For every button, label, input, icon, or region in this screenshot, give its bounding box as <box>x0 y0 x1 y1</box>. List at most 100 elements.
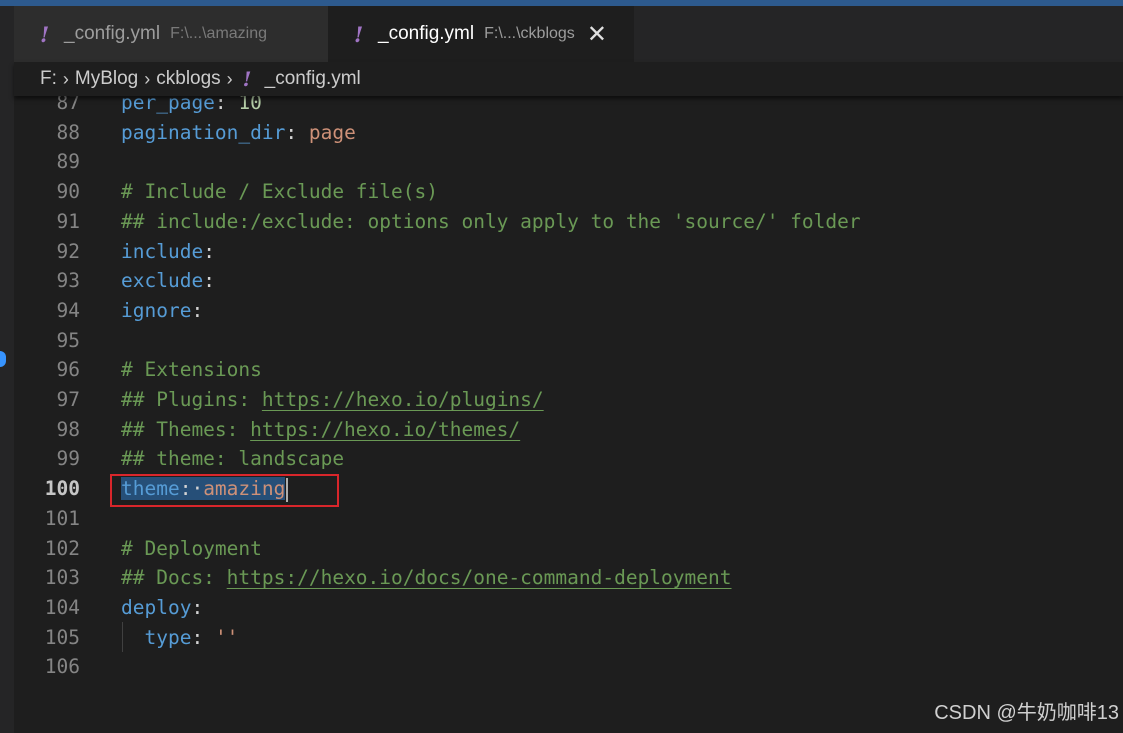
code-token: ## include:/exclude: options only apply … <box>121 209 861 233</box>
line-number: 88 <box>56 120 80 144</box>
line-number: 94 <box>56 298 80 322</box>
code-line[interactable]: 102 # Deployment <box>14 534 1123 564</box>
line-number: 96 <box>56 358 80 382</box>
line-code: pagination_dir: page <box>121 118 356 148</box>
line-number: 104 <box>44 595 80 619</box>
line-number: 93 <box>56 269 80 293</box>
code-line[interactable]: 91 ## include:/exclude: options only appl… <box>14 207 1123 237</box>
tab-bar: ! _config.yml F:\...\amazing ! _config.y… <box>14 6 1123 62</box>
code-line[interactable]: 106 <box>14 652 1123 682</box>
code-token: : <box>285 120 309 144</box>
line-code: # Deployment <box>121 534 262 564</box>
line-number: 98 <box>56 417 80 441</box>
tab-label: _config.yml <box>64 23 161 44</box>
line-number: 101 <box>44 506 80 530</box>
breadcrumb-drive[interactable]: F: <box>40 68 57 90</box>
line-code: ## Themes: https://hexo.io/themes/ <box>121 415 520 445</box>
code-token: : <box>203 239 215 263</box>
code-token: ## Docs: <box>121 566 227 590</box>
code-line[interactable]: 96 # Extensions <box>14 355 1123 385</box>
code-line[interactable]: 87 per_page: 10 <box>14 96 1123 118</box>
line-code: # Include / Exclude file(s) <box>121 177 438 207</box>
code-token: '' <box>214 625 239 649</box>
code-token[interactable]: https://hexo.io/plugins/ <box>262 388 544 411</box>
chevron-right-icon: › <box>226 68 233 89</box>
scroll-position-indicator[interactable] <box>0 351 6 367</box>
line-code: exclude: <box>121 266 215 296</box>
line-number: 100 <box>44 477 80 501</box>
watermark: CSDN @牛奶咖啡13 <box>934 702 1119 724</box>
code-token: pagination_dir <box>121 120 286 144</box>
code-line[interactable]: 103 ## Docs: https://hexo.io/docs/one-com… <box>14 563 1123 593</box>
line-number: 87 <box>56 96 80 114</box>
line-code: deploy: <box>121 593 203 623</box>
breadcrumb-file[interactable]: _config.yml <box>265 68 361 90</box>
line-code: ## include:/exclude: options only apply … <box>121 207 861 237</box>
code-line[interactable]: 99 ## theme: landscape <box>14 444 1123 474</box>
line-number: 106 <box>44 655 80 679</box>
tab-config-ckblogs[interactable]: ! _config.yml F:\...\ckblogs ✕ <box>328 6 634 62</box>
code-token: per_page <box>121 96 215 114</box>
line-code: ## Docs: https://hexo.io/docs/one-comman… <box>121 563 732 593</box>
chevron-right-icon: › <box>144 68 151 89</box>
code-token: : <box>191 298 204 322</box>
code-line[interactable]: 104 deploy: <box>14 593 1123 623</box>
line-code: ignore: <box>121 296 203 326</box>
code-line[interactable]: 105 type: '' <box>14 623 1123 653</box>
code-token: # Include / Exclude file(s) <box>121 180 438 204</box>
code-line[interactable]: 101 <box>14 504 1123 534</box>
code-token: ignore <box>121 298 192 322</box>
code-line[interactable]: 98 ## Themes: https://hexo.io/themes/ <box>14 415 1123 445</box>
line-code: # Extensions <box>121 355 262 385</box>
code-line[interactable]: 88 pagination_dir: page <box>14 118 1123 148</box>
code-line[interactable]: 94 ignore: <box>14 296 1123 326</box>
code-line[interactable]: 95 <box>14 326 1123 356</box>
code-token: : <box>203 269 215 293</box>
line-number: 99 <box>56 447 80 471</box>
code-token: # Extensions <box>121 358 262 382</box>
yaml-file-icon: ! <box>242 67 252 91</box>
breadcrumb: F: › MyBlog › ckblogs › ! _config.yml <box>14 62 1123 96</box>
close-icon[interactable]: ✕ <box>587 22 607 46</box>
line-number: 92 <box>56 239 80 263</box>
line-number: 95 <box>56 328 80 352</box>
chevron-right-icon: › <box>62 68 69 89</box>
activity-strip <box>0 6 14 733</box>
code-token: # Deployment <box>121 536 262 560</box>
code-line[interactable]: 92 include: <box>14 237 1123 267</box>
code-token: exclude <box>121 269 204 293</box>
code-line[interactable]: 89 <box>14 147 1123 177</box>
code-token[interactable]: https://hexo.io/docs/one-command-deploym… <box>227 566 732 589</box>
yaml-file-icon: ! <box>354 21 364 47</box>
code-token: deploy <box>121 595 192 619</box>
yaml-file-icon: ! <box>40 21 50 47</box>
line-code: ## theme: landscape <box>121 444 344 474</box>
breadcrumb-folder-ckblogs[interactable]: ckblogs <box>156 68 220 90</box>
line-code: type: '' <box>121 623 238 653</box>
code-editor[interactable]: 87 per_page: 10 88 pagination_dir: page 89 90… <box>14 96 1123 733</box>
code-line[interactable]: 97 ## Plugins: https://hexo.io/plugins/ <box>14 385 1123 415</box>
code-token[interactable]: https://hexo.io/themes/ <box>250 418 520 441</box>
line-number: 91 <box>56 209 80 233</box>
code-token: ## theme: landscape <box>121 447 345 471</box>
code-line[interactable]: 93 exclude: <box>14 266 1123 296</box>
line-number: 102 <box>44 536 80 560</box>
code-token: 10 <box>238 96 262 114</box>
breadcrumb-folder-myblog[interactable]: MyBlog <box>75 68 138 90</box>
tab-label: _config.yml <box>378 23 475 44</box>
line-code: per_page: 10 <box>121 96 262 118</box>
tab-path-description: F:\...\amazing <box>170 25 268 42</box>
line-number: 103 <box>44 566 80 590</box>
annotation-highlight-box <box>110 474 339 507</box>
line-number: 90 <box>56 180 80 204</box>
code-token: ## Plugins: <box>121 388 262 411</box>
tab-config-amazing[interactable]: ! _config.yml F:\...\amazing <box>14 6 328 62</box>
code-token: ## Themes: <box>121 417 251 441</box>
code-token: include <box>121 239 204 263</box>
code-token: : <box>191 595 204 619</box>
code-token: : <box>214 96 239 114</box>
code-token: page <box>308 120 356 144</box>
line-number: 89 <box>56 150 80 174</box>
code-line[interactable]: 90 # Include / Exclude file(s) <box>14 177 1123 207</box>
